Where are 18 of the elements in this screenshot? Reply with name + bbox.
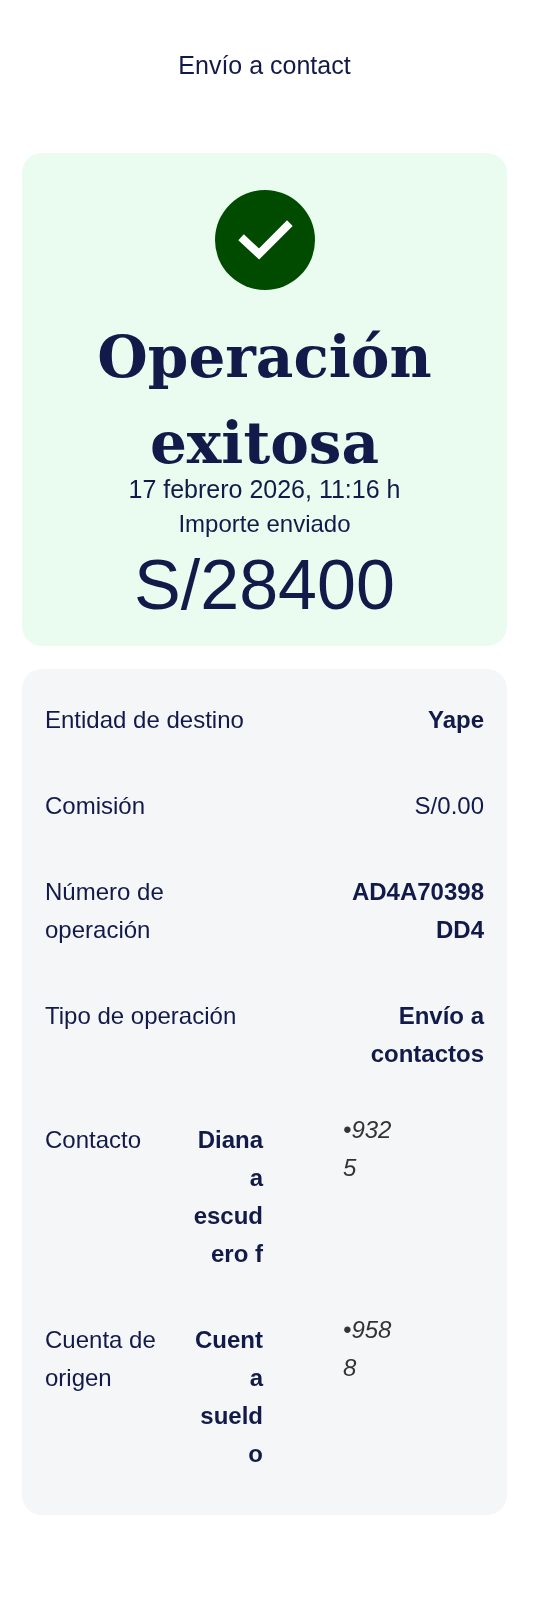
amount-label: Importe enviado [178, 509, 351, 539]
detail-value: AD4A70398 DD4 [351, 877, 484, 945]
amount-value: S/28400 [134, 545, 395, 625]
detail-value: Envío a contactos [370, 1001, 484, 1069]
detail-value: Yape [427, 705, 484, 735]
detail-label: Número de operación [45, 877, 164, 945]
detail-number: •932 5 [343, 1115, 392, 1183]
detail-label: Tipo de operación [45, 1001, 237, 1031]
detail-value: S/0.00 [414, 791, 484, 821]
header-title: Envío a contact [178, 50, 351, 78]
detail-value: Diana a escud ero f [192, 1125, 263, 1269]
detail-label: Contacto [45, 1125, 143, 1155]
checkmark-icon [214, 190, 315, 290]
detail-number: •958 8 [343, 1315, 392, 1383]
detail-label: Cuenta de origen [45, 1325, 157, 1393]
detail-label: Entidad de destino [45, 705, 244, 735]
detail-label: Comisión [45, 791, 146, 821]
detail-value: Cuent a sueld o [194, 1325, 263, 1469]
